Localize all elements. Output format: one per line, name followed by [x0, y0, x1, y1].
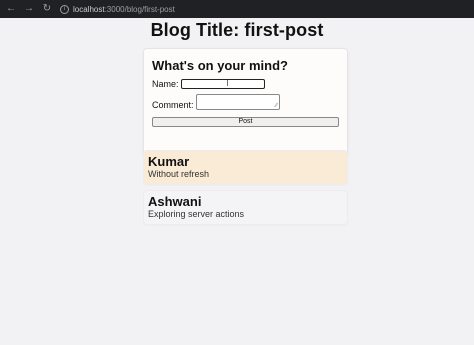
resize-handle-icon[interactable]: ∕∕	[276, 103, 278, 109]
form-heading: What's on your mind?	[152, 58, 288, 73]
post-author: Kumar	[148, 154, 190, 169]
post-card: Kumar Without refresh	[144, 151, 347, 184]
site-info-icon[interactable]: i	[60, 4, 69, 14]
name-label: Name:	[152, 79, 179, 89]
post-text: Exploring server actions	[148, 209, 245, 219]
post-button[interactable]: Post	[152, 117, 339, 127]
name-row: Name: I	[152, 79, 339, 89]
comment-label: Comment:	[152, 100, 194, 110]
back-arrow-icon[interactable]: ←	[6, 4, 16, 14]
post-card: Ashwani Exploring server actions	[144, 191, 347, 224]
url-path: :3000/blog/first-post	[104, 4, 175, 14]
url-text: localhost:3000/blog/first-post	[73, 5, 175, 14]
comment-form: What's on your mind? Name: I Comment: ∕∕…	[144, 49, 347, 157]
forward-arrow-icon[interactable]: →	[24, 4, 34, 14]
browser-toolbar: ← → ↻ i localhost:3000/blog/first-post	[0, 0, 474, 18]
page-title: Blog Title: first-post	[150, 20, 324, 40]
comment-row: Comment: ∕∕	[152, 94, 339, 110]
post-text: Without refresh	[148, 169, 210, 179]
url-host: localhost	[73, 4, 105, 14]
comment-textarea[interactable]: ∕∕	[195, 94, 280, 110]
reload-icon[interactable]: ↻	[42, 4, 52, 14]
text-cursor-icon: I	[226, 79, 229, 88]
post-author: Ashwani	[148, 194, 202, 209]
name-input[interactable]: I	[180, 79, 265, 89]
address-bar[interactable]: i localhost:3000/blog/first-post	[60, 2, 468, 16]
page-content: Blog Title: first-post What's on your mi…	[0, 18, 474, 345]
